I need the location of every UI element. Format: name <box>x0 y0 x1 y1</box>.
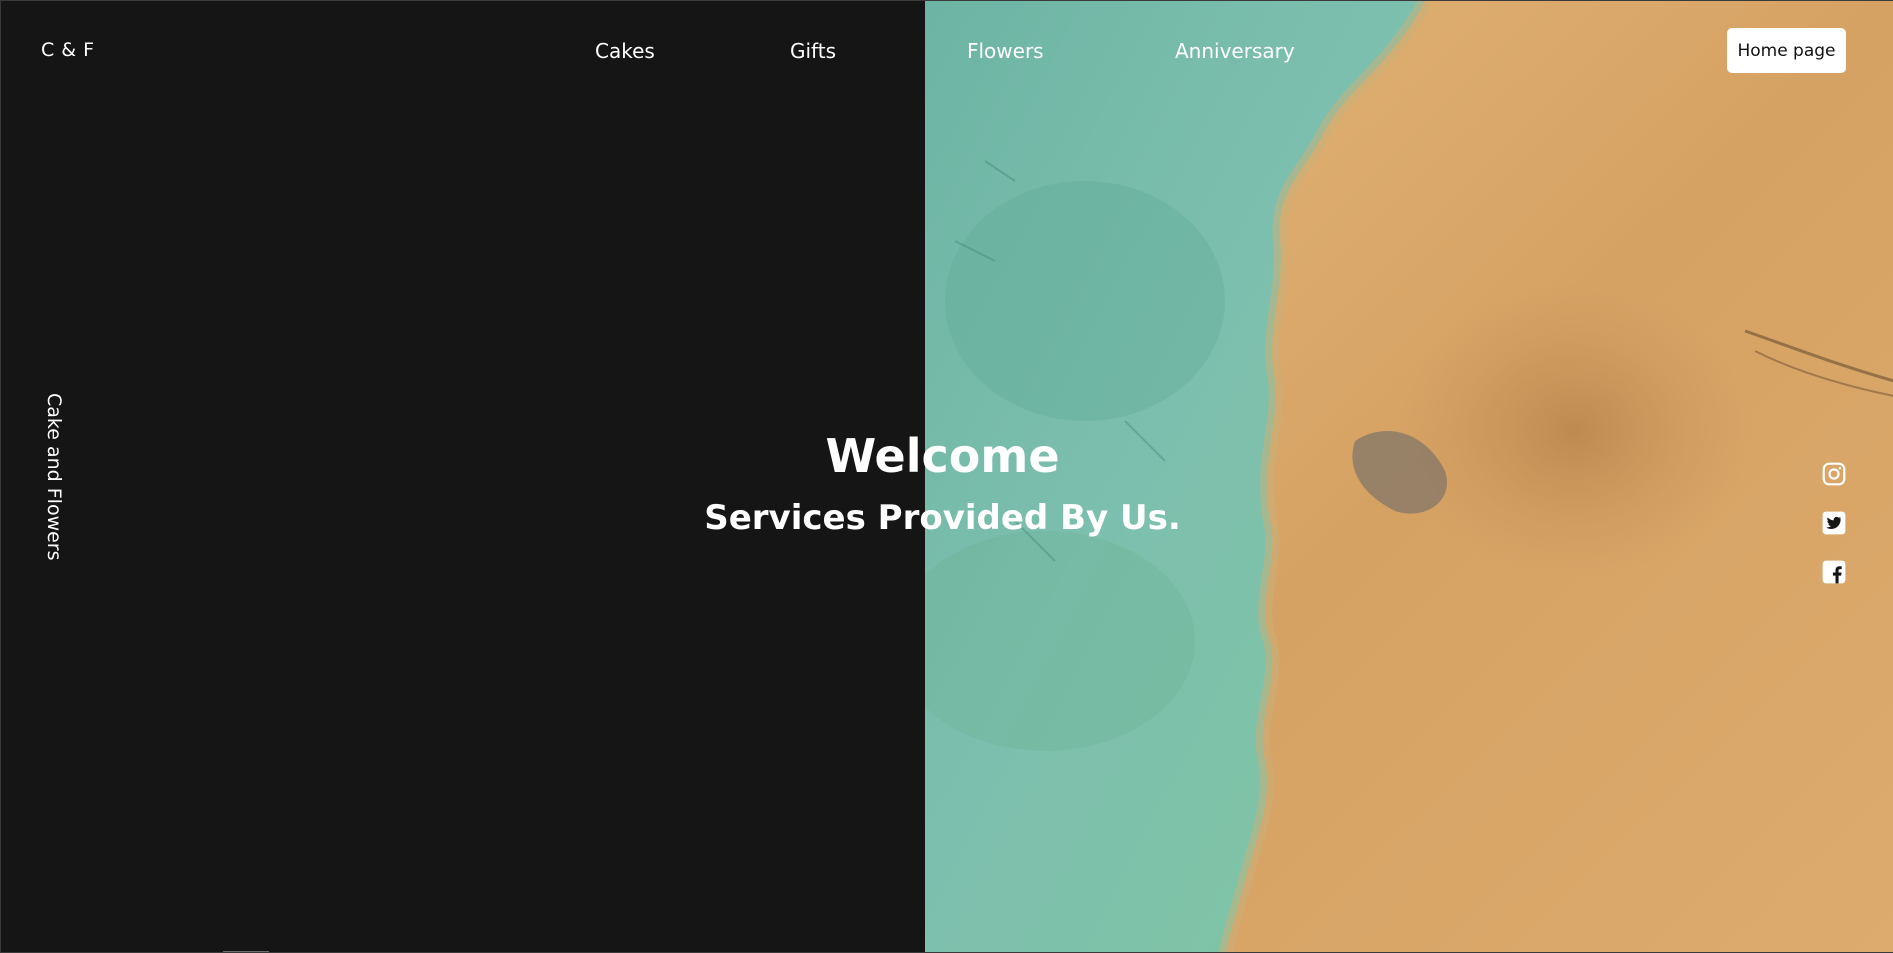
nav-link-flowers[interactable]: Flowers <box>967 39 1044 63</box>
hero-subtitle: Services Provided By Us. <box>704 498 1181 538</box>
home-page-button[interactable]: Home page <box>1727 28 1846 73</box>
facebook-icon-glyph <box>1822 560 1846 584</box>
nav-link-gifts[interactable]: Gifts <box>790 39 836 63</box>
nav-link-cakes[interactable]: Cakes <box>595 39 655 63</box>
brand-logo[interactable]: C & F <box>41 39 95 61</box>
nav-link-anniversary[interactable]: Anniversary <box>1175 39 1295 63</box>
twitter-icon[interactable] <box>1821 510 1847 536</box>
instagram-icon-glyph <box>1822 462 1846 486</box>
page: C & F Cakes Gifts Flowers Anniversary Ho… <box>0 0 1893 953</box>
facebook-icon[interactable] <box>1821 559 1847 585</box>
hero-title: Welcome <box>825 429 1060 483</box>
twitter-icon-glyph <box>1822 511 1846 535</box>
hero-section: C & F Cakes Gifts Flowers Anniversary Ho… <box>0 0 1893 953</box>
instagram-icon[interactable] <box>1821 461 1847 487</box>
